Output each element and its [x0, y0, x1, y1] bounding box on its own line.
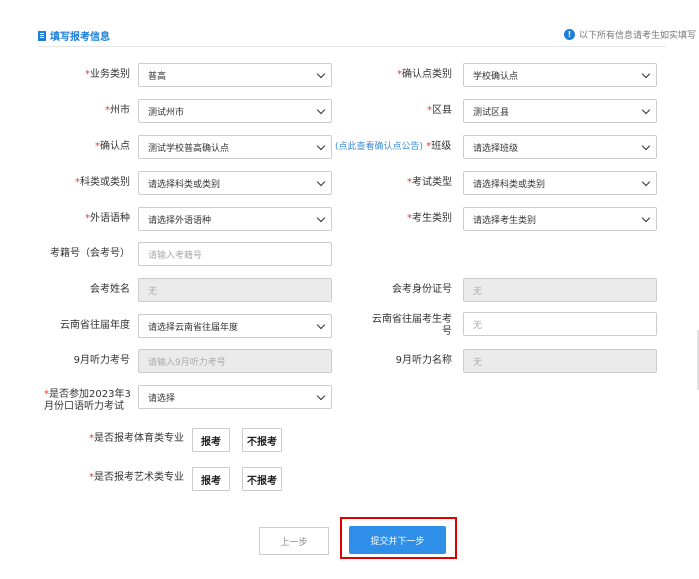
chevron-down-icon [641, 141, 651, 151]
oral-exam-label: *是否参加2023年3 月份口语听力考试 [44, 389, 131, 412]
hk-name-label: 会考姓名 [90, 284, 130, 295]
yn-year-select[interactable]: 请选择云南省往届年度 [138, 314, 332, 338]
sports-decline-button[interactable]: 不报考 [242, 428, 282, 452]
district-label: *区县 [427, 105, 452, 116]
yn-year-label: 云南省往届年度 [60, 320, 130, 331]
chevron-down-icon [316, 391, 326, 401]
confirm-type-label: *确认点类别 [397, 69, 452, 80]
prev-step-button[interactable]: 上一步 [259, 527, 329, 555]
subject-type-label: *科类或类别 [75, 177, 130, 188]
section-title: 填写报考信息 [38, 28, 110, 43]
yn-number-label: 云南省往届考生考号 [372, 314, 452, 337]
exam-number-input[interactable]: 请输入考籍号 [138, 242, 332, 266]
confirm-type-select[interactable]: 学校确认点 [463, 63, 657, 87]
info-note-text: 以下所有信息请考生如实填写 [578, 31, 696, 41]
arts-label: *是否报考艺术类专业 [89, 472, 184, 483]
student-type-label: *考生类别 [407, 213, 452, 224]
foreign-lang-select[interactable]: 请选择外语语种 [138, 207, 332, 231]
chevron-down-icon [641, 213, 651, 223]
hk-id-label: 会考身份证号 [392, 284, 452, 295]
sep-name-label: 9月听力名称 [395, 355, 452, 366]
chevron-down-icon [641, 105, 651, 115]
chevron-down-icon [316, 141, 326, 151]
section-title-text: 填写报考信息 [50, 32, 110, 43]
chevron-down-icon [641, 177, 651, 187]
hk-name-field: 无 [138, 278, 332, 302]
yn-number-input[interactable]: 无 [463, 312, 657, 336]
chevron-down-icon [316, 69, 326, 79]
business-type-label: *业务类别 [85, 69, 130, 80]
arts-decline-button[interactable]: 不报考 [242, 467, 282, 491]
chevron-down-icon [316, 105, 326, 115]
subject-type-select[interactable]: 请选择科类或类别 [138, 171, 332, 195]
exam-number-label: 考籍号（会考号） [50, 248, 130, 259]
sep-name-field: 无 [463, 349, 657, 373]
confirm-point-select[interactable]: 测试学校普高确认点 [138, 135, 332, 159]
chevron-down-icon [316, 320, 326, 330]
chevron-down-icon [641, 69, 651, 79]
confirm-point-notice-link[interactable]: (点此查看确认点公告) [335, 142, 423, 152]
exam-type-label: *考试类型 [407, 177, 452, 188]
foreign-lang-label: *外语语种 [85, 213, 130, 224]
sports-label: *是否报考体育类专业 [89, 433, 184, 444]
class-select[interactable]: 请选择班级 [463, 135, 657, 159]
chevron-down-icon [316, 213, 326, 223]
district-select[interactable]: 测试区县 [463, 99, 657, 123]
info-icon: ! [563, 29, 575, 40]
exam-type-select[interactable]: 请选择科类或类别 [463, 171, 657, 195]
submit-next-button[interactable]: 提交并下一步 [349, 526, 446, 554]
business-type-select[interactable]: 普高 [138, 63, 332, 87]
sep-number-label: 9月听力考号 [73, 355, 130, 366]
divider [38, 46, 666, 47]
arts-apply-button[interactable]: 报考 [192, 467, 230, 491]
confirm-point-label: *确认点 [95, 141, 130, 152]
sep-number-field: 请输入9月听力考号 [138, 349, 332, 373]
sports-apply-button[interactable]: 报考 [192, 428, 230, 452]
info-note: ! 以下所有信息请考生如实填写 [563, 28, 696, 41]
hk-id-field: 无 [463, 278, 657, 302]
student-type-select[interactable]: 请选择考生类别 [463, 207, 657, 231]
city-select[interactable]: 测试州市 [138, 99, 332, 123]
oral-exam-select[interactable]: 请选择 [138, 385, 332, 409]
class-label: *班级 [426, 141, 452, 152]
chevron-down-icon [316, 177, 326, 187]
document-icon [38, 30, 46, 41]
city-label: *州市 [105, 105, 130, 116]
confirm-point-area: (点此查看确认点公告) *班级 [335, 141, 451, 153]
